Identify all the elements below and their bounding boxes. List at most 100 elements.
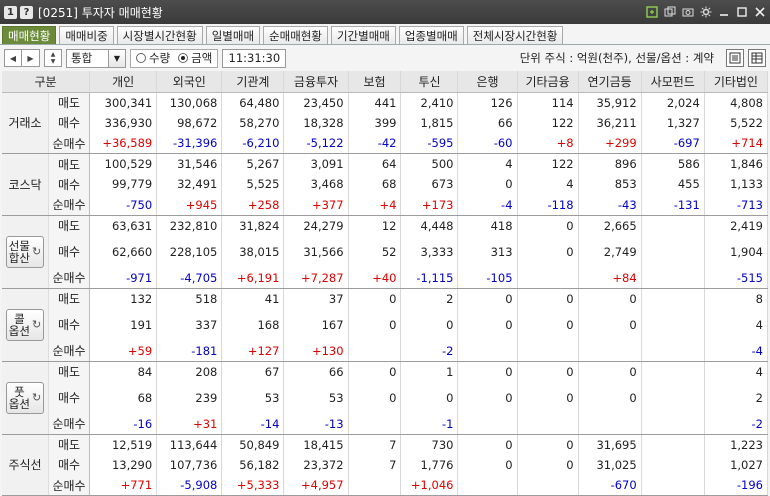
radio-amount[interactable]: 금액 (178, 50, 212, 66)
table-row[interactable]: 순매수 +59 -181 +127 +130 -2 -4 (2, 340, 769, 362)
table-row[interactable]: 거래소 매수 336,930 98,672 58,270 18,328 399 1,815 66… (2, 112, 769, 133)
value-cell (641, 475, 705, 496)
refresh-icon: ↻ (31, 244, 42, 258)
group-cell: 선물 합산 ↻ (2, 235, 48, 268)
tab-trade-status[interactable]: 매매현황 (2, 26, 57, 44)
table-row[interactable]: 코스닥 매수 99,779 32,491 5,525 3,468 68 673 0 4 853 455… (2, 174, 769, 195)
value-cell: 66 (283, 361, 349, 382)
header-foreign[interactable]: 외국인 (156, 71, 223, 93)
group-cell: 코스닥 (2, 174, 48, 195)
next-arrow-icon[interactable]: ▶ (22, 49, 40, 67)
screenshot-icon[interactable] (682, 6, 694, 18)
value-cell: 132 (89, 288, 158, 309)
close-icon[interactable] (754, 6, 766, 18)
value-cell: 208 (156, 361, 223, 382)
prev-arrow-icon[interactable]: ◀ (4, 49, 22, 67)
value-cell: 122 (517, 153, 579, 174)
list-view-icon[interactable] (726, 49, 744, 67)
value-cell: 31,566 (283, 235, 349, 268)
tab-all-market-time[interactable]: 전체시장시간현황 (466, 26, 564, 44)
tab-daily-trade[interactable]: 일별매매 (205, 26, 261, 44)
header-other-corp[interactable]: 기타법인 (704, 71, 769, 93)
value-cell: +31 (156, 413, 223, 435)
value-cell: 5,267 (221, 153, 285, 174)
header-financial-investment[interactable]: 금융투자 (283, 71, 349, 93)
tab-trade-ratio[interactable]: 매매비중 (59, 26, 114, 44)
value-cell: 2,419 (704, 215, 769, 236)
header-bank[interactable]: 은행 (457, 71, 518, 93)
value-cell: 126 (457, 92, 518, 113)
header-individual[interactable]: 개인 (89, 71, 158, 93)
value-cell: 113,644 (156, 434, 223, 455)
table-row[interactable]: 선물 합산 ↻ 매수 62,660 228,105 38,015 31,566 52 3,333 3… (2, 235, 769, 268)
value-cell: -43 (578, 194, 642, 216)
row-label-cell: 순매수 (2, 340, 91, 362)
value-cell: 239 (156, 381, 223, 414)
value-cell: -2 (704, 413, 769, 435)
table-row[interactable]: 매도 84 208 67 66 0 1 0 0 0 4 (2, 361, 769, 382)
table-row[interactable]: 콜 옵션 ↻ 매수 191 337 168 167 0 0 0 0 0 4 (2, 308, 769, 341)
value-cell: +1,046 (400, 475, 459, 496)
group-toggle-button[interactable]: 선물 합산 ↻ (6, 235, 44, 268)
table-row[interactable]: 순매수 +36,589 -31,396 -6,210 -5,122 -42 -595 -60 +… (2, 133, 769, 154)
group-toggle-label: 선물 합산 (9, 240, 30, 264)
tab-market-time[interactable]: 시장별시간현황 (116, 26, 203, 44)
row-label-cell: 매도 (2, 153, 91, 174)
header-institution[interactable]: 기관계 (221, 71, 285, 93)
row-label-cell: 풋 옵션 ↻ 매수 (2, 381, 91, 414)
link-icon[interactable] (646, 6, 658, 18)
value-cell: +6,191 (221, 267, 285, 289)
value-cell: +377 (283, 194, 349, 216)
radio-amount-circle[interactable] (178, 53, 189, 63)
market-select[interactable]: 통합 ▼ (66, 48, 126, 68)
table-row[interactable]: 순매수 -971 -4,705 +6,191 +7,287 +40 -1,115 -105 +8… (2, 267, 769, 289)
value-cell: 67 (221, 361, 285, 382)
group-toggle-button[interactable]: 콜 옵션 ↻ (6, 308, 44, 341)
copy-icon[interactable] (664, 6, 676, 18)
value-cell: 18,415 (283, 434, 349, 455)
radio-quantity[interactable]: 수량 (136, 50, 170, 66)
group-toggle-button[interactable]: 풋 옵션 ↻ (6, 381, 44, 414)
table-row[interactable]: 매도 132 518 41 37 0 2 0 0 0 8 (2, 288, 769, 309)
value-cell: 2,024 (641, 92, 705, 113)
table-row[interactable]: 순매수 +771 -5,908 +5,333 +4,957 +1,046 -670 -196 (2, 475, 769, 496)
table-row[interactable]: 매도 12,519 113,644 50,849 18,415 7 730 0 0 31,695 1… (2, 434, 769, 455)
value-cell: 8 (704, 288, 769, 309)
value-cell: 58,270 (221, 112, 285, 133)
value-cell: -16 (89, 413, 158, 435)
chevron-down-icon[interactable]: ▼ (108, 49, 125, 67)
value-cell: 500 (400, 153, 459, 174)
window-number-badge[interactable]: 1 (4, 5, 17, 19)
table-row[interactable]: 순매수 -16 +31 -14 -13 -1 -2 (2, 413, 769, 435)
row-label-cell: 매도 (2, 361, 91, 382)
header-trust[interactable]: 투신 (400, 71, 459, 93)
table-row[interactable]: 순매수 -750 +945 +258 +377 +4 +173 -4 -118 -43 -131 -7… (2, 194, 769, 216)
maximize-icon[interactable] (736, 6, 748, 18)
value-cell: 228,105 (156, 235, 223, 268)
tab-sector-trade[interactable]: 업종별매매 (398, 26, 464, 44)
value-cell: 0 (578, 288, 642, 309)
value-cell: -697 (641, 133, 705, 154)
time-field[interactable]: 11:31:30 (222, 48, 287, 68)
table-row[interactable]: 매도 100,529 31,546 5,267 3,091 64 500 4 122 896 586… (2, 153, 769, 174)
tab-period-trade[interactable]: 기간별매매 (330, 26, 396, 44)
value-cell: 41 (221, 288, 285, 309)
table-row[interactable]: 풋 옵션 ↻ 매수 68 239 53 53 0 0 0 0 0 2 (2, 381, 769, 414)
value-cell: 98,672 (156, 112, 223, 133)
radio-quantity-circle[interactable] (136, 53, 146, 63)
table-row[interactable]: 매도 300,341 130,068 64,480 23,450 441 2,410 126 1… (2, 92, 769, 113)
group-cell: 풋 옵션 ↻ (2, 381, 48, 414)
tab-net-trade[interactable]: 순매매현황 (263, 26, 328, 44)
help-badge[interactable]: ? (20, 5, 33, 19)
header-private-fund[interactable]: 사모펀드 (641, 71, 705, 93)
header-pension[interactable]: 연기금등 (578, 71, 642, 93)
header-other-finance[interactable]: 기타금융 (517, 71, 579, 93)
value-cell: 53 (283, 381, 349, 414)
sort-updown-icon[interactable]: ▲ ▼ (44, 49, 62, 67)
table-row[interactable]: 매도 63,631 232,810 31,824 24,279 12 4,448 418 0 2,… (2, 215, 769, 236)
minimize-icon[interactable] (718, 6, 730, 18)
header-insurance[interactable]: 보험 (348, 71, 402, 93)
settings-icon[interactable] (700, 6, 712, 18)
value-cell: 64 (348, 153, 402, 174)
grid-view-icon[interactable] (748, 49, 766, 67)
